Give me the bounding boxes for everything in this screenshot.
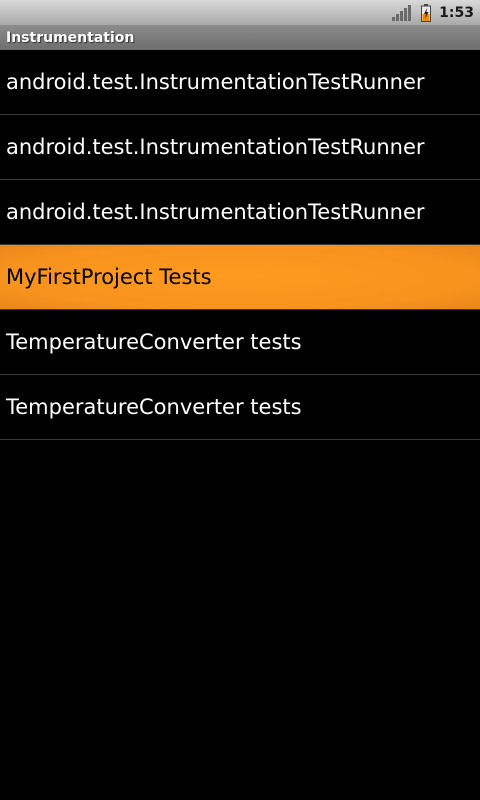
list-item-selected[interactable]: MyFirstProject Tests [0,245,480,310]
clock: 1:53 [439,4,474,21]
list-item-label: MyFirstProject Tests [6,265,212,289]
list-item-label: TemperatureConverter tests [6,330,302,354]
list-item[interactable]: android.test.InstrumentationTestRunner [0,180,480,245]
list-item-label: android.test.InstrumentationTestRunner [6,200,425,224]
list-item[interactable]: android.test.InstrumentationTestRunner [0,115,480,180]
list-item[interactable]: android.test.InstrumentationTestRunner [0,50,480,115]
list-item-label: android.test.InstrumentationTestRunner [6,135,425,159]
signal-bars-icon [392,4,412,21]
list-item[interactable]: TemperatureConverter tests [0,375,480,440]
page-title: Instrumentation [6,29,135,46]
status-bar: 1:53 [0,0,480,25]
screen: 1:53 Instrumentation android.test.Instru… [0,0,480,800]
list-item[interactable]: TemperatureConverter tests [0,310,480,375]
battery-charging-icon [421,3,432,22]
list-item-label: TemperatureConverter tests [6,395,302,419]
title-bar: Instrumentation [0,25,480,50]
instrumentation-list[interactable]: android.test.InstrumentationTestRunner a… [0,50,480,440]
list-item-label: android.test.InstrumentationTestRunner [6,70,425,94]
